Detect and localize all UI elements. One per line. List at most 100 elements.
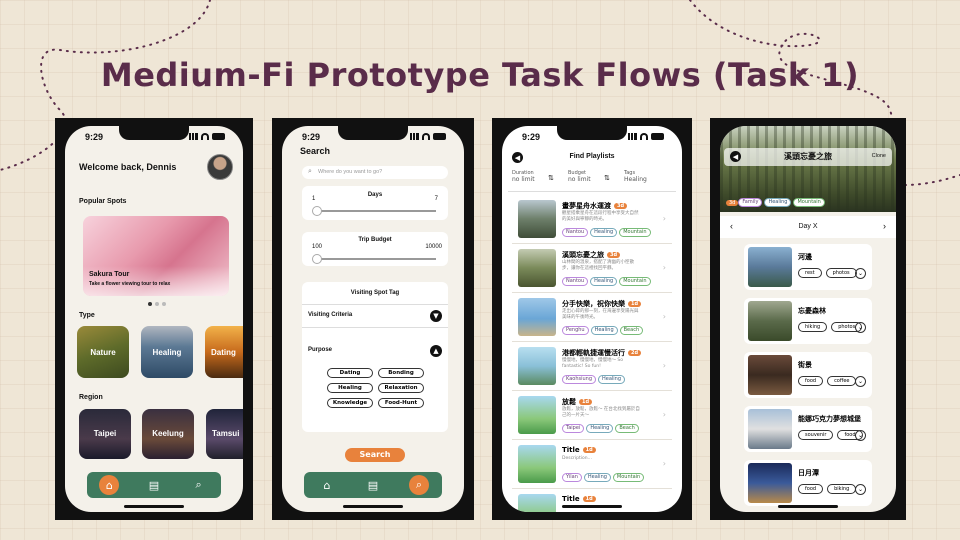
tag-panel: Visiting Spot Tag Visiting Criteria ▼ Pu…	[302, 282, 448, 432]
wifi-icon	[422, 133, 430, 140]
battery-icon	[651, 133, 664, 140]
home-icon[interactable]: ⌂	[317, 475, 337, 495]
playlist-tag: Healing	[590, 326, 618, 335]
playlist-item[interactable]: 放鬆 1d 放鬆，放鬆，放鬆～ 在台北找到屬於自己的一片天～ Taipei Healin…	[512, 392, 672, 440]
region-card-keelung[interactable]: Keelung	[142, 409, 194, 459]
spot-item[interactable]: 日月潭 food biking ⌄	[744, 460, 872, 506]
chevron-right-icon[interactable]: ›	[883, 221, 886, 231]
filter-budget[interactable]: Budget no limit	[568, 170, 591, 183]
spot-tag: rest	[798, 268, 822, 278]
avatar[interactable]	[207, 154, 233, 180]
feature-title: Sakura Tour	[89, 271, 130, 278]
slide-title: Medium-Fi Prototype Task Flows (Task 1)	[100, 56, 860, 94]
region-card-tamsui[interactable]: Tamsui	[206, 409, 243, 459]
tag-food-hunt[interactable]: Food-Hunt	[378, 398, 424, 408]
sort-icon[interactable]: ⇅	[548, 174, 554, 182]
chevron-up-icon[interactable]: ▲	[430, 345, 442, 357]
playlist-tags: Nantou Healing Mountain	[562, 228, 653, 237]
playlist-tag: Healing	[583, 473, 611, 482]
chevron-right-icon: ›	[662, 214, 666, 223]
bottom-nav: ⌂ ▤ ⌕	[87, 472, 221, 498]
criteria-row[interactable]: Visiting Criteria ▼	[302, 304, 448, 328]
chevron-down-icon[interactable]: ⌄	[855, 376, 866, 387]
type-card-nature[interactable]: Nature	[77, 326, 129, 378]
playlist-item[interactable]: 港都輕軌捷運慢活行 2d 慢慢地，慢慢地，慢慢地～ So fantastic! So…	[512, 343, 672, 391]
type-card-healing[interactable]: Healing	[141, 326, 193, 378]
playlist-thumbnail	[518, 200, 556, 238]
filter-tags[interactable]: Tags Healing	[624, 170, 647, 183]
filter-bar: Duration no limit ⇅ Budget no limit ⇅ Ta…	[508, 168, 676, 192]
playlist-tag: Mountain	[612, 473, 645, 482]
playlist-description: Description...	[562, 456, 592, 461]
wifi-icon	[640, 133, 648, 140]
tag-heading: Visiting Spot Tag	[350, 290, 400, 296]
notch	[338, 126, 408, 140]
spot-item[interactable]: 河邊 rest photos ⌄	[744, 244, 872, 290]
bottom-nav: ⌂ ▤ ⌕	[304, 472, 442, 498]
search-placeholder: Where do you want to go?	[318, 169, 383, 175]
chevron-down-icon[interactable]: ▼	[430, 310, 442, 322]
budget-slider-knob[interactable]	[312, 254, 322, 264]
days-slider-knob[interactable]	[312, 206, 322, 216]
home-icon[interactable]: ⌂	[99, 475, 120, 495]
sort-icon[interactable]: ⇅	[604, 174, 610, 182]
tag-relaxation[interactable]: Relaxation	[378, 383, 424, 393]
tag-healing: Healing	[764, 198, 792, 207]
playlist-tag: Taipei	[562, 424, 585, 433]
phone-search: 9:29 Search ⌕ Where do you want to go? D…	[272, 118, 474, 520]
tag-knowledge[interactable]: Knowledge	[327, 398, 373, 408]
playlist-tags: Kaohsiung Healing	[562, 375, 627, 384]
purpose-row[interactable]: Purpose ▲	[302, 340, 448, 364]
chevron-down-icon[interactable]: ⌄	[855, 484, 866, 495]
chevron-down-icon[interactable]: ⌄	[855, 322, 866, 333]
playlist-icon[interactable]: ▤	[144, 475, 164, 495]
playlists-screen: 9:29 ◀ Find Playlists Duration no limit …	[502, 126, 682, 512]
spot-item[interactable]: 忘憂森林 hiking photos ⌄	[744, 298, 872, 344]
tag-healing[interactable]: Healing	[327, 383, 373, 393]
search-icon[interactable]: ⌕	[189, 475, 209, 495]
days-min: 1	[312, 196, 316, 202]
playlist-item[interactable]: Title1d ›	[512, 490, 672, 512]
type-card-dating[interactable]: Dating	[205, 326, 243, 378]
chevron-down-icon[interactable]: ⌄	[855, 430, 866, 441]
status-time: 9:29	[522, 132, 541, 142]
playlist-tag: Mountain	[619, 228, 651, 237]
playlist-tag: Kaohsiung	[562, 375, 596, 384]
carousel-dots	[148, 302, 166, 306]
clone-button[interactable]: Clone	[872, 153, 886, 159]
region-card-taipei[interactable]: Taipei	[79, 409, 131, 459]
search-icon[interactable]: ⌕	[409, 475, 429, 495]
playlist-tag: Healing	[590, 228, 618, 237]
search-button[interactable]: Search	[345, 448, 405, 462]
playlist-item[interactable]: 溪頭忘憂之旅 3d 山林間的溫泉，搭配了清幽的小徑散步，讓你在這裡找回平靜。 Nant…	[512, 245, 672, 293]
wifi-icon	[201, 133, 209, 140]
duration-badge: 2d	[628, 350, 642, 356]
playlist-tag: Healing	[586, 424, 614, 433]
spot-tag: coffee	[827, 376, 857, 386]
tag-dating[interactable]: Dating	[327, 368, 373, 378]
playlist-item[interactable]: 分手快樂，祝你快樂 1d 走出心碎的那一刻，在海邊享受陽光與美味的午後時光。 Peng…	[512, 294, 672, 342]
budget-slider[interactable]	[312, 254, 436, 264]
criteria-label: Visiting Criteria	[308, 312, 353, 318]
playlist-item[interactable]: 畫夢星舟水運渡 3d 觀星搭乘星舟在這段行程中享受大自然的美好與寧靜的時光。 Nant…	[512, 196, 672, 244]
popular-heading: Popular Spots	[79, 198, 127, 205]
playlist-name: 溪頭忘憂之旅 3d	[562, 250, 621, 260]
playlist-icon[interactable]: ▤	[363, 475, 383, 495]
tag-bonding[interactable]: Bonding	[378, 368, 424, 378]
playlist-item[interactable]: Title 1d Description... Yilan Healing Mountai…	[512, 441, 672, 489]
spot-item[interactable]: 能娜巧克力夢想城堡 souvenir food ⌄	[744, 406, 872, 452]
spot-thumbnail	[748, 409, 792, 449]
feature-card-sakura[interactable]: Sakura Tour Take a flower viewing tour t…	[83, 216, 229, 296]
duration-badge: 3d	[726, 200, 739, 206]
days-label: Days	[367, 192, 383, 198]
spot-tag: souvenir	[798, 430, 834, 440]
search-screen: 9:29 Search ⌕ Where do you want to go? D…	[282, 126, 464, 512]
filter-duration[interactable]: Duration no limit	[512, 170, 535, 183]
chevron-down-icon[interactable]: ⌄	[855, 268, 866, 279]
search-input[interactable]: ⌕ Where do you want to go?	[302, 166, 448, 179]
spot-item[interactable]: 街景 food coffee ⌄	[744, 352, 872, 398]
spot-tag: hiking	[798, 322, 828, 332]
tag-family: Family	[738, 198, 763, 207]
days-slider[interactable]	[312, 206, 436, 216]
playlist-tags: Taipei Healing Beach	[562, 424, 641, 433]
